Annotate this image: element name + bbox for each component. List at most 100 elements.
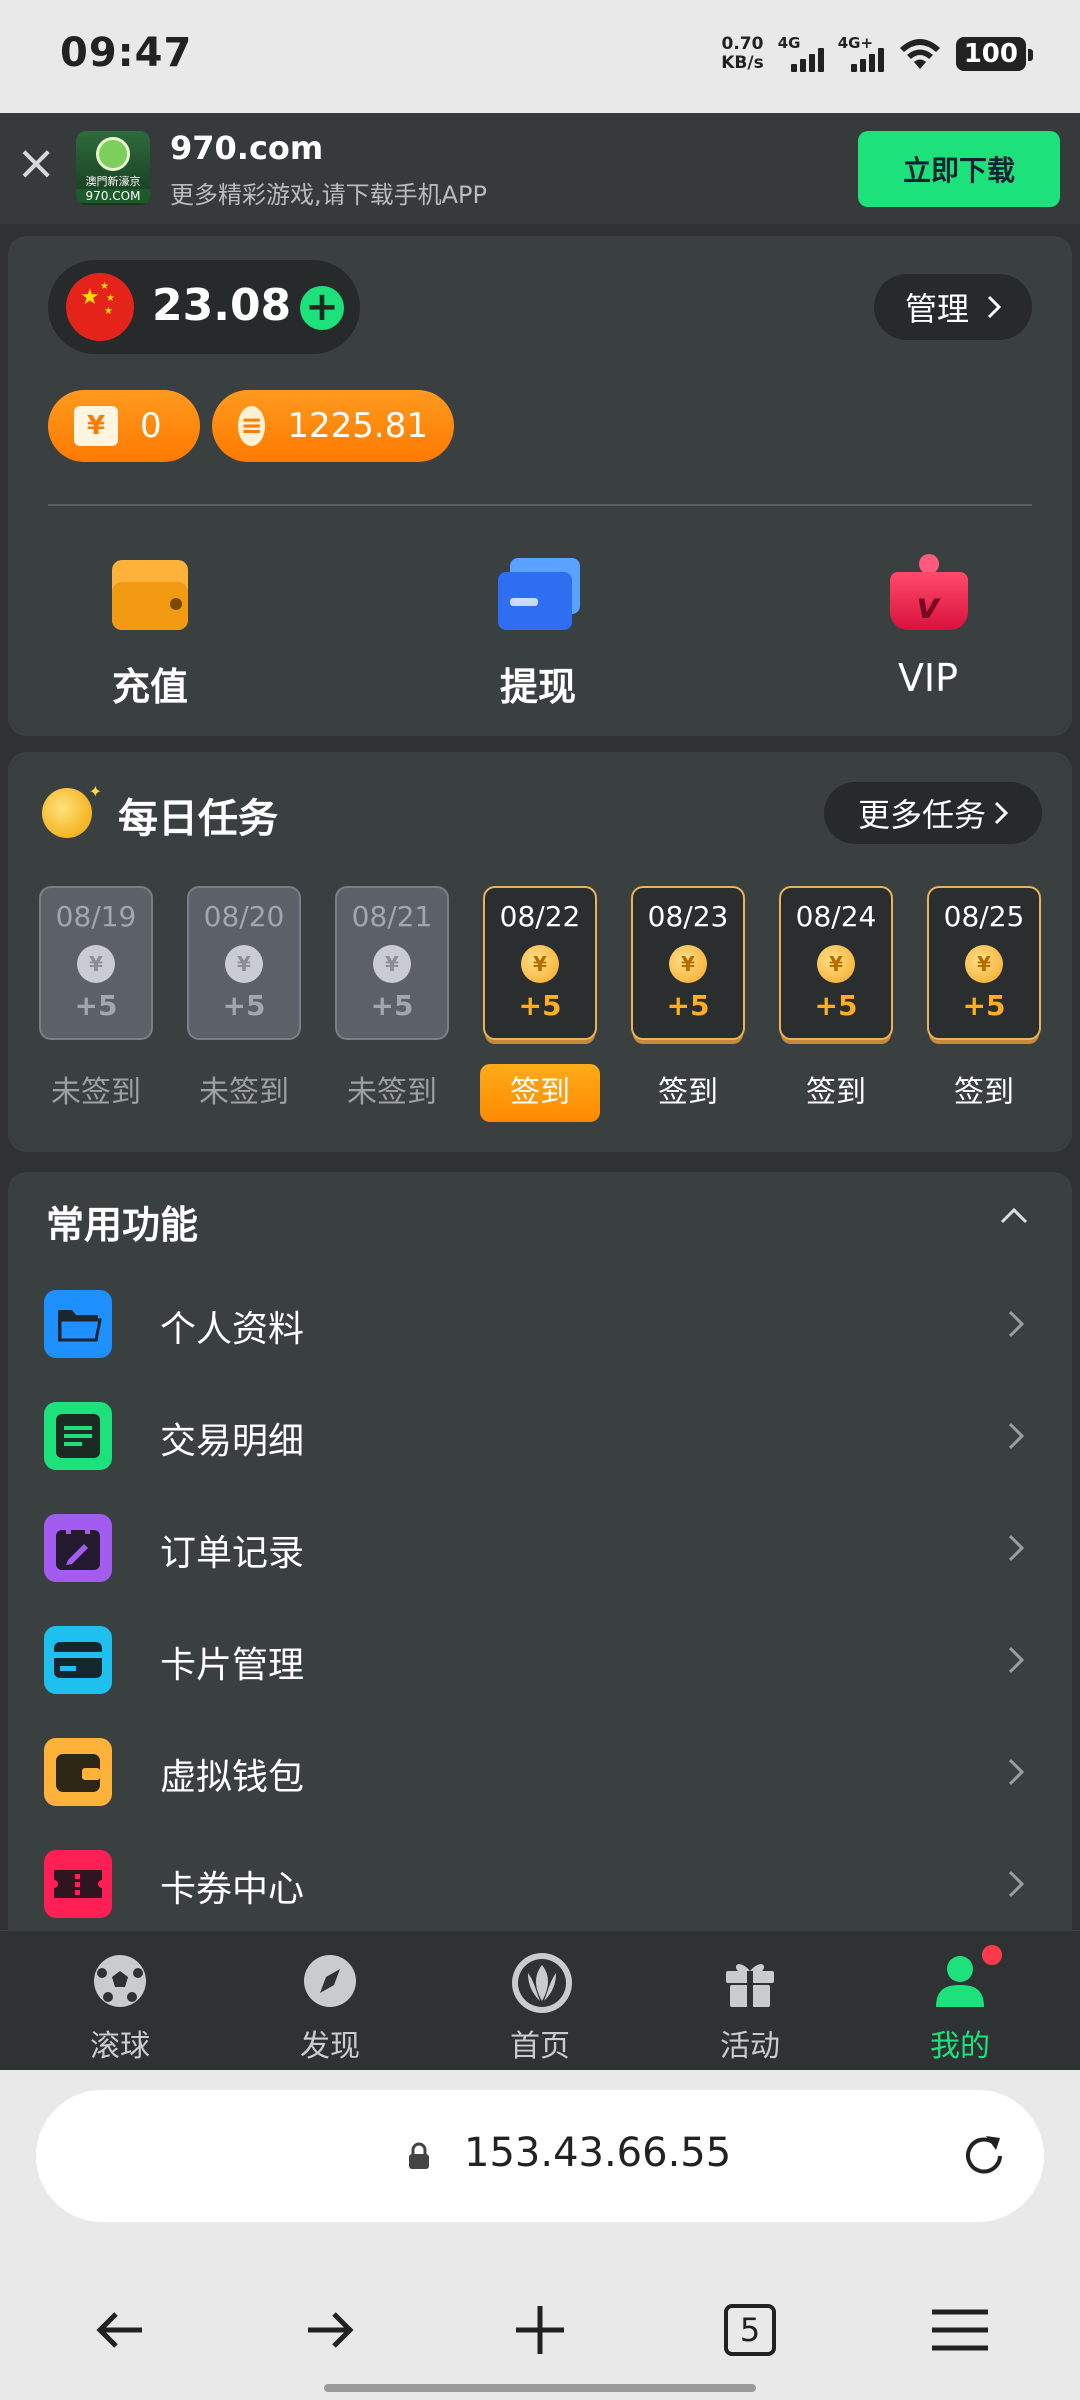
chevron-up-icon[interactable]	[996, 1198, 1032, 1234]
app-logo: 澳門新濠京 970.COM	[76, 131, 150, 205]
day-points: +5	[814, 989, 858, 1022]
add-funds-icon[interactable]: +	[300, 286, 344, 330]
menu-item-virtual-wallet[interactable]: 虚拟钱包	[44, 1730, 1044, 1810]
checkin-button[interactable]: 签到	[480, 1064, 600, 1122]
chevron-right-icon	[1008, 1758, 1025, 1786]
url-text: 153.43.66.55	[464, 2130, 732, 2176]
vip-button[interactable]: v VIP	[818, 554, 1038, 700]
yen-coin-icon: ¥	[77, 945, 115, 983]
coin-stack-icon: ≡	[238, 406, 266, 446]
credit-card-icon	[44, 1626, 112, 1694]
battery-indicator: 100	[955, 37, 1034, 71]
status-indicators: 0.70 KB/s 4G 4G+ 100	[721, 34, 1034, 74]
download-button[interactable]: 立即下载	[858, 131, 1060, 207]
menu-item-label: 虚拟钱包	[160, 1757, 305, 1798]
compass-icon	[300, 1951, 360, 2011]
menu-item-orders[interactable]: 订单记录	[44, 1506, 1044, 1586]
smile-coin-icon: ✦	[42, 782, 102, 838]
new-tab-plus-icon[interactable]	[500, 2290, 580, 2370]
manage-button[interactable]: 管理	[874, 274, 1032, 340]
document-icon	[44, 1402, 112, 1470]
common-functions-card: 常用功能 个人资料 交易明细 订单记录 卡片管理 虚拟钱包 卡券中心	[8, 1172, 1072, 1932]
browser-chrome: 153.43.66.55 5	[0, 2070, 1080, 2400]
day-date: 08/24	[795, 900, 877, 933]
sim2-signal-icon: 4G+	[838, 34, 884, 74]
card-icon	[496, 554, 580, 634]
network-speed-unit: KB/s	[721, 53, 764, 73]
day-card-0825: 08/25 ¥ +5	[927, 886, 1041, 1040]
bottom-navigation: 滚球 发现 首页 活动 我的	[0, 1930, 1080, 2070]
tabs-button[interactable]: 5	[710, 2290, 790, 2370]
more-tasks-button[interactable]: 更多任务	[824, 782, 1042, 844]
manage-label: 管理	[904, 290, 969, 328]
status-time: 09:47	[60, 30, 193, 76]
menu-item-label: 卡券中心	[160, 1869, 305, 1910]
chevron-right-icon	[1008, 1646, 1025, 1674]
yen-coin-icon: ¥	[521, 945, 559, 983]
nav-item-home[interactable]: 首页	[460, 1951, 620, 2065]
wallet-card: ★ ★ ★ ★ 23.08 + 管理 ¥ 0 ≡ 1225.81 充值 提现 v VI…	[8, 236, 1072, 736]
day-date: 08/20	[203, 900, 285, 933]
recharge-button[interactable]: 充值	[40, 554, 260, 711]
menu-item-label: 订单记录	[160, 1533, 305, 1574]
menu-item-label: 个人资料	[160, 1309, 305, 1350]
wallet-icon	[108, 554, 192, 634]
nav-item-live[interactable]: 滚球	[40, 1951, 200, 2065]
day-points: +5	[222, 989, 266, 1022]
edit-calendar-icon	[44, 1514, 112, 1582]
gift-icon	[720, 1951, 780, 2011]
nav-item-activities[interactable]: 活动	[670, 1951, 830, 2065]
nav-label: 活动	[720, 2029, 780, 2064]
more-tasks-label: 更多任务	[857, 796, 986, 834]
day-date: 08/25	[943, 900, 1025, 933]
nav-label: 发现	[300, 2029, 360, 2064]
yen-coin-icon: ¥	[965, 945, 1003, 983]
menu-item-transactions[interactable]: 交易明细	[44, 1394, 1044, 1474]
day-points: +5	[518, 989, 562, 1022]
yen-coin-icon: ¥	[817, 945, 855, 983]
nav-label: 我的	[930, 2029, 990, 2064]
menu-icon[interactable]	[920, 2290, 1000, 2370]
ticket-balance[interactable]: ¥ 0	[48, 390, 200, 462]
menu-item-label: 交易明细	[160, 1421, 305, 1462]
nav-label: 滚球	[90, 2029, 150, 2064]
menu-item-coupons[interactable]: 卡券中心	[44, 1842, 1044, 1922]
day-status-label: 签到	[658, 1075, 718, 1110]
day-card-0823: 08/23 ¥ +5	[631, 886, 745, 1040]
chevron-right-icon	[1008, 1310, 1025, 1338]
folder-icon	[44, 1290, 112, 1358]
coin-amount: 1225.81	[287, 406, 428, 446]
network-speed-value: 0.70	[721, 34, 764, 54]
day-date: 08/23	[647, 900, 729, 933]
logo-tag-text: 970.COM	[76, 189, 150, 203]
menu-item-cards[interactable]: 卡片管理	[44, 1618, 1044, 1698]
reload-icon[interactable]	[956, 2128, 1012, 2184]
chevron-right-icon	[1008, 1422, 1025, 1450]
balance-pill: ★ ★ ★ ★ 23.08 +	[48, 260, 360, 354]
daily-tasks-title: 每日任务	[118, 796, 278, 842]
ticket-yen-icon: ¥	[74, 406, 118, 446]
nav-item-discover[interactable]: 发现	[250, 1951, 410, 2065]
coin-balance[interactable]: ≡ 1225.81	[212, 390, 454, 462]
withdraw-button[interactable]: 提现	[428, 554, 648, 711]
withdraw-label: 提现	[499, 665, 576, 709]
close-icon[interactable]: ×	[16, 139, 56, 187]
address-bar[interactable]: 153.43.66.55	[36, 2090, 1044, 2222]
gesture-bar[interactable]	[324, 2384, 756, 2392]
common-functions-title: 常用功能	[46, 1203, 199, 1247]
nav-item-mine[interactable]: 我的	[880, 1945, 1040, 2065]
day-status-label: 签到	[954, 1075, 1014, 1110]
day-points: +5	[666, 989, 710, 1022]
day-date: 08/22	[499, 900, 581, 933]
forward-arrow-icon[interactable]	[290, 2290, 370, 2370]
app-download-banner: × 澳門新濠京 970.COM 970.com 更多精彩游戏,请下载手机APP …	[0, 113, 1080, 224]
daily-tasks-card: ✦ 每日任务 更多任务 08/19 ¥ +5 08/20 ¥ +5 08/21 …	[8, 752, 1072, 1152]
status-bar: 09:47 0.70 KB/s 4G 4G+ 100	[0, 0, 1080, 113]
day-points: +5	[962, 989, 1006, 1022]
notification-dot	[982, 1945, 1002, 1965]
vip-icon: v	[886, 554, 970, 634]
day-points: +5	[370, 989, 414, 1022]
day-status-label: 未签到	[51, 1075, 141, 1110]
menu-item-profile[interactable]: 个人资料	[44, 1282, 1044, 1362]
back-arrow-icon[interactable]	[80, 2290, 160, 2370]
